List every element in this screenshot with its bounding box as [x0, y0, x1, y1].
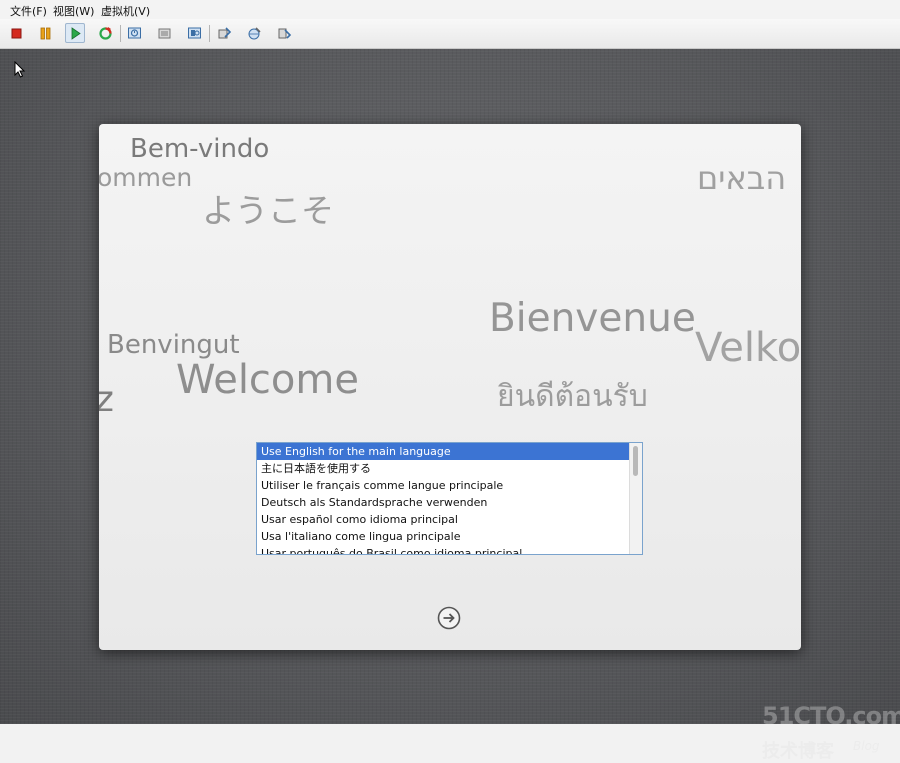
- reset-button[interactable]: [95, 23, 115, 43]
- language-option-japanese[interactable]: 主に日本語を使用する: [257, 460, 642, 477]
- usb-button[interactable]: [274, 23, 294, 43]
- menu-file[interactable]: 文件(F): [10, 3, 47, 19]
- welcome-word-japanese: ようこそ: [202, 191, 334, 230]
- language-option-german[interactable]: Deutsch als Standardsprache verwenden: [257, 494, 642, 511]
- welcome-word-hebrew: הבאים: [697, 159, 787, 197]
- welcome-word-french: Bienvenue: [489, 296, 696, 341]
- welcome-word-catalan: Benvingut: [107, 330, 240, 360]
- welcome-word-velko: Velko: [695, 325, 801, 371]
- network-icon: [248, 27, 261, 40]
- language-list[interactable]: Use English for the main language 主に日本語を…: [256, 442, 643, 555]
- network-button[interactable]: [244, 23, 264, 43]
- snapshot-manager-icon: [188, 27, 201, 39]
- pause-icon: [40, 27, 51, 40]
- installer-welcome-window: Bem-vindo ommen ようこそ הבאים Bienvenue Ben…: [99, 124, 801, 650]
- watermark-site: 51CTO.com: [762, 702, 900, 730]
- play-icon: [71, 27, 81, 40]
- menu-bar: 文件(F) 视图(W) 虚拟机(V): [0, 0, 900, 19]
- toolbar-separator: [120, 25, 121, 42]
- snapshot-restore-button[interactable]: [154, 23, 174, 43]
- language-option-portuguese[interactable]: Usar português do Brasil como idioma pri…: [257, 545, 642, 554]
- welcome-word-thai: ยินดีต้อนรับ: [497, 379, 648, 414]
- toolbar-separator: [209, 25, 210, 42]
- menu-vm[interactable]: 虚拟机(V): [101, 3, 150, 19]
- menu-view[interactable]: 视图(W): [53, 3, 94, 19]
- language-list-scrollbar[interactable]: [629, 443, 642, 554]
- watermark-cn: 技术博客: [762, 741, 834, 762]
- snapshot-restore-icon: [158, 28, 171, 39]
- snapshot-manager-button[interactable]: [184, 23, 204, 43]
- settings-icon: [218, 27, 232, 39]
- reset-icon: [99, 27, 112, 40]
- scrollbar-thumb[interactable]: [633, 446, 638, 476]
- snapshot-button[interactable]: [124, 23, 144, 43]
- vm-desktop: Bem-vindo ommen ようこそ הבאים Bienvenue Ben…: [0, 49, 900, 762]
- stop-button[interactable]: [6, 23, 26, 43]
- arrow-right-circle-icon: [437, 606, 461, 630]
- welcome-word-z: z: [99, 379, 114, 420]
- snapshot-icon: [128, 27, 141, 39]
- language-option-english[interactable]: Use English for the main language: [257, 443, 642, 460]
- welcome-word-portuguese: Bem-vindo: [130, 134, 270, 164]
- welcome-word-english: Welcome: [176, 357, 359, 403]
- language-option-italian[interactable]: Usa l'italiano come lingua principale: [257, 528, 642, 545]
- stop-icon: [11, 28, 22, 39]
- settings-button[interactable]: [214, 23, 234, 43]
- pause-button[interactable]: [35, 23, 55, 43]
- toolbar: [0, 19, 900, 49]
- continue-button[interactable]: [437, 606, 461, 630]
- play-button[interactable]: [65, 23, 85, 43]
- watermark-blog: Blog: [853, 739, 880, 753]
- usb-icon: [278, 28, 292, 39]
- mouse-pointer-icon: [14, 61, 26, 78]
- language-option-french[interactable]: Utiliser le français comme langue princi…: [257, 477, 642, 494]
- welcome-word-ommen: ommen: [99, 163, 193, 192]
- language-option-spanish[interactable]: Usar español como idioma principal: [257, 511, 642, 528]
